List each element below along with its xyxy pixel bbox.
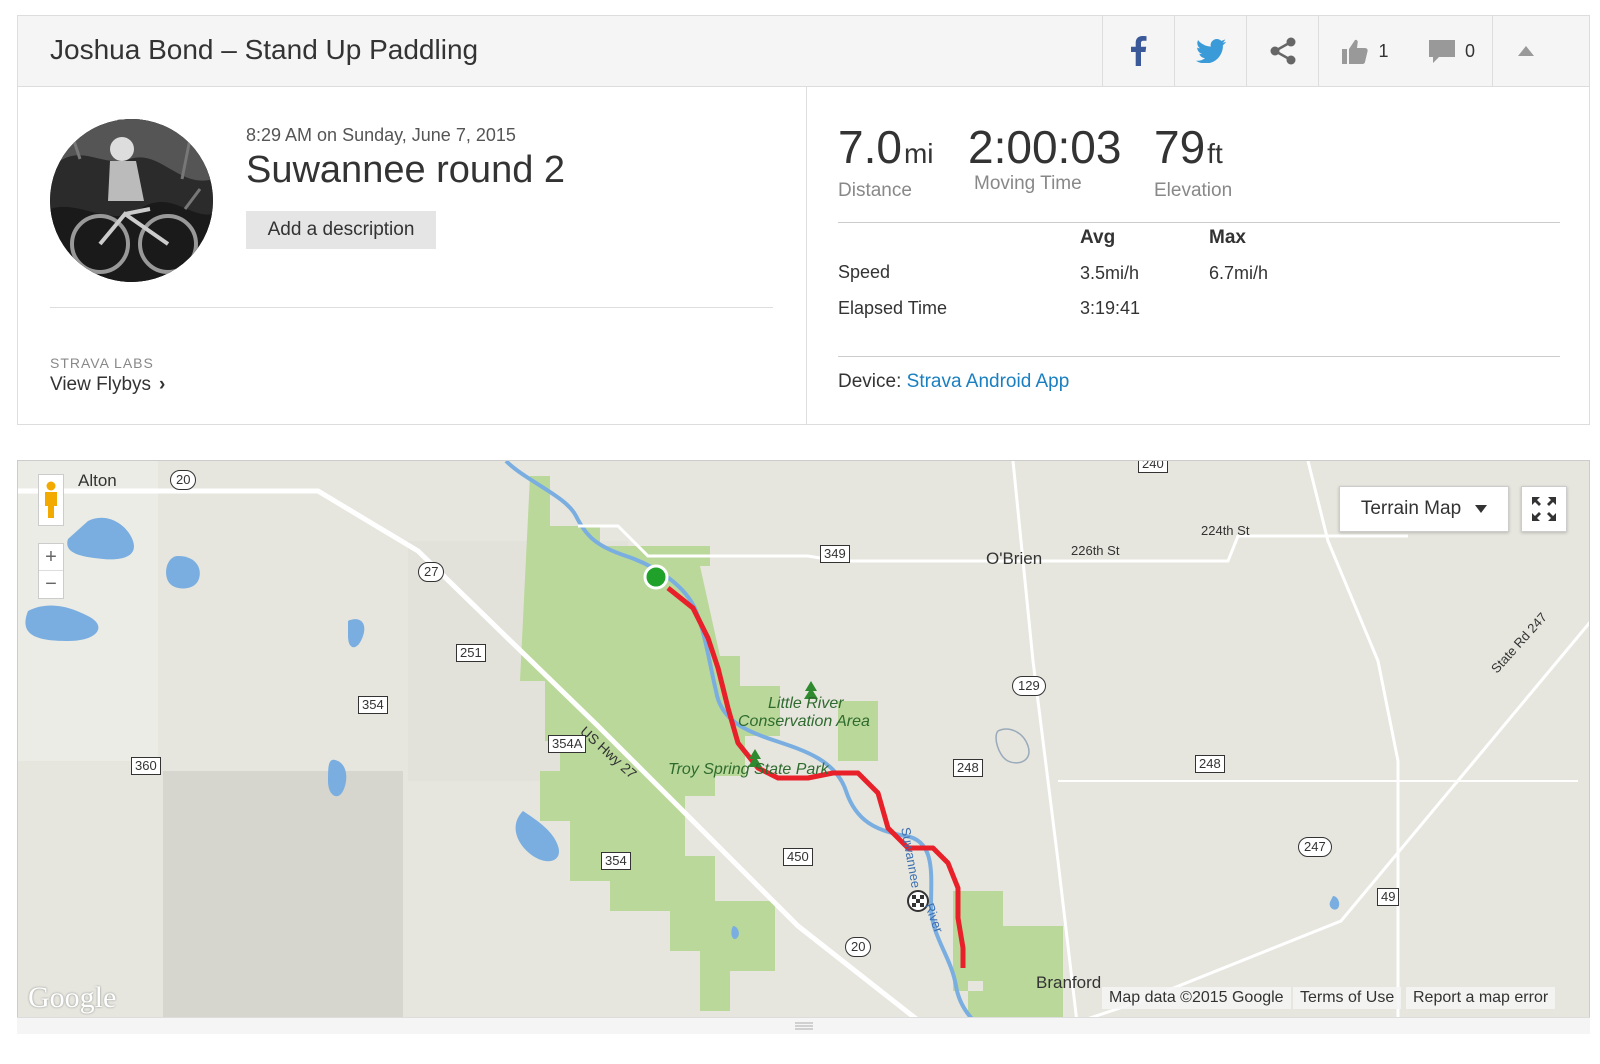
road-shield: 450 — [783, 848, 813, 866]
activity-stats: 7.0mi Distance 2:00:03 Moving Time 79ft … — [808, 87, 1589, 424]
share-icon — [1270, 37, 1295, 65]
caret-down-icon — [1475, 505, 1488, 513]
strava-labs-label: STRAVA LABS — [50, 355, 154, 371]
moving-time-label: Moving Time — [974, 173, 1082, 194]
road-shield: 354 — [601, 852, 631, 870]
avatar-image — [50, 119, 213, 282]
google-logo: Google — [28, 981, 117, 1014]
distance-label: Distance — [838, 180, 912, 201]
elevation-label: Elevation — [1154, 180, 1233, 201]
collapse-button[interactable] — [1492, 16, 1558, 86]
activity-header-title: Joshua Bond – Stand Up Paddling — [50, 34, 479, 65]
twitter-icon — [1195, 39, 1226, 63]
distance-value: 7.0 — [838, 121, 902, 173]
map-terrain — [18, 461, 1589, 1027]
distance-stat: 7.0mi Distance — [838, 121, 934, 202]
expand-icon — [1532, 497, 1556, 521]
facebook-icon — [1130, 36, 1146, 66]
map-type-label: Terrain Map — [1360, 498, 1462, 519]
elapsed-time-avg: 3:19:41 — [1080, 298, 1141, 318]
avg-header: Avg — [1080, 227, 1116, 248]
elevation-stat: 79ft Elevation — [1154, 121, 1232, 202]
map-park-label: Conservation Area — [738, 713, 870, 730]
map-type-dropdown[interactable]: Terrain Map — [1339, 486, 1509, 532]
activity-panel: Joshua Bond – Stand Up Paddling 1 0 8:29… — [17, 15, 1590, 425]
zoom-in-button[interactable]: + — [39, 544, 63, 571]
map-road-label: 226th St — [1071, 543, 1120, 558]
kudos-button[interactable]: 1 — [1318, 16, 1412, 86]
chevron-right-icon: › — [159, 374, 166, 395]
map-resize-handle[interactable] — [17, 1017, 1590, 1034]
distance-unit: mi — [903, 138, 934, 169]
elevation-value: 79 — [1154, 121, 1206, 173]
comment-button[interactable]: 0 — [1412, 16, 1492, 86]
terms-of-use-link[interactable]: Terms of Use — [1293, 987, 1402, 1009]
road-shield: 27 — [418, 562, 445, 582]
thumbs-up-icon — [1342, 39, 1369, 64]
report-map-error-link[interactable]: Report a map error — [1406, 987, 1556, 1009]
activity-date: 8:29 AM on Sunday, June 7, 2015 — [246, 125, 516, 145]
moving-time-stat: 2:00:03 Moving Time — [968, 121, 1121, 195]
map-park-label: Little River — [768, 695, 844, 712]
zoom-control: + − — [38, 543, 64, 599]
zoom-out-button[interactable]: − — [39, 571, 63, 598]
comment-icon — [1428, 40, 1455, 63]
add-description-button[interactable]: Add a description — [246, 211, 436, 249]
device-label: Device: — [838, 371, 902, 392]
view-flybys-link[interactable]: View Flybys › — [50, 374, 165, 396]
map-park-label: Troy Spring State Park — [668, 761, 829, 778]
view-flybys-label: View Flybys — [50, 374, 152, 395]
road-shield: 20 — [170, 470, 197, 490]
divider — [838, 222, 1560, 223]
divider — [50, 307, 773, 308]
map-place-label: O'Brien — [986, 549, 1043, 568]
road-shield: 20 — [845, 937, 872, 957]
road-shield: 354 — [358, 696, 388, 714]
street-view-pegman[interactable] — [38, 474, 64, 526]
activity-summary: 8:29 AM on Sunday, June 7, 2015 Suwannee… — [18, 87, 807, 424]
drag-handle-icon — [794, 1022, 813, 1030]
share-button[interactable] — [1246, 16, 1318, 86]
road-shield: 240 — [1138, 461, 1168, 473]
caret-up-icon — [1517, 46, 1534, 56]
avatar[interactable] — [50, 119, 213, 282]
activity-map[interactable]: Alton O'Brien Branford Little River Cons… — [17, 460, 1590, 1028]
road-shield: 349 — [820, 545, 850, 563]
divider — [838, 356, 1560, 357]
road-shield: 49 — [1377, 888, 1400, 906]
elapsed-time-label: Elapsed Time — [838, 298, 948, 318]
map-place-label: Alton — [78, 471, 117, 490]
road-shield: 354A — [548, 735, 587, 753]
moving-time-value: 2:00:03 — [968, 121, 1122, 173]
route-start-marker — [643, 564, 669, 590]
device-link[interactable]: Strava Android App — [907, 371, 1070, 392]
road-shield: 248 — [1195, 755, 1225, 773]
kudos-count: 1 — [1378, 40, 1389, 61]
speed-max: 6.7mi/h — [1209, 263, 1269, 283]
facebook-share-button[interactable] — [1102, 16, 1174, 86]
road-shield: 129 — [1012, 676, 1046, 696]
comment-count: 0 — [1464, 40, 1475, 61]
speed-avg: 3.5mi/h — [1080, 263, 1140, 283]
road-shield: 247 — [1298, 837, 1332, 857]
max-header: Max — [1209, 227, 1246, 248]
speed-label: Speed — [838, 262, 891, 282]
activity-name[interactable]: Suwannee round 2 — [246, 149, 565, 192]
map-place-label: Branford — [1036, 973, 1102, 992]
pegman-icon — [45, 481, 57, 518]
road-shield: 251 — [456, 644, 486, 662]
map-road-label: 224th St — [1201, 523, 1250, 538]
twitter-share-button[interactable] — [1174, 16, 1246, 86]
activity-header: Joshua Bond – Stand Up Paddling 1 0 — [18, 16, 1589, 87]
road-shield: 248 — [953, 759, 983, 777]
road-shield: 360 — [131, 757, 161, 775]
device-info: Device: Strava Android App — [838, 371, 1069, 393]
fullscreen-button[interactable] — [1521, 486, 1567, 532]
elevation-unit: ft — [1207, 138, 1223, 169]
map-data-attribution: Map data ©2015 Google — [1102, 987, 1291, 1009]
